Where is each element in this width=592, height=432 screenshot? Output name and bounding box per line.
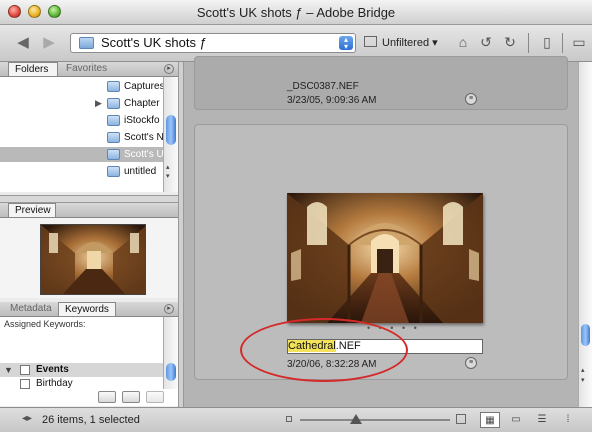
folder-icon (107, 149, 120, 160)
filter-label: Unfiltered ▾ (382, 37, 438, 49)
assigned-keywords-label: Assigned Keywords: (4, 319, 86, 329)
thumbnail-view-icon[interactable]: ▦ (480, 412, 500, 428)
folder-item[interactable]: Captures (0, 79, 165, 94)
rating-dots[interactable]: • • • • • (367, 323, 420, 333)
keyword-checkbox[interactable] (20, 365, 30, 375)
new-keyword-set-button[interactable] (98, 391, 116, 403)
filename-selected-text: Cathedral (288, 340, 336, 352)
folder-item[interactable]: untitled (0, 164, 165, 179)
scroll-thumb[interactable] (166, 115, 176, 145)
versions-view-icon[interactable]: ⁞ (558, 412, 578, 428)
bridge-window: Scott's UK shots ƒ – Adobe Bridge ◀ ▶ Sc… (0, 0, 592, 432)
status-bar: ◂▸ 26 items, 1 selected ▦ ▭ ☰ ⁞ (0, 407, 592, 432)
zoom-in-icon[interactable] (456, 414, 466, 424)
folder-label: Chapter (124, 98, 160, 109)
folder-icon (79, 37, 94, 49)
folder-icon (107, 132, 120, 143)
zoom-out-icon[interactable] (286, 416, 292, 422)
preview-image (40, 224, 146, 295)
folder-icon (107, 166, 120, 177)
thumbnail-size-slider[interactable] (300, 419, 450, 421)
keywords-pane: Assigned Keywords: ▼ Events Birthday (0, 317, 178, 406)
scroll-arrows-icon[interactable]: ▴ ▾ (581, 366, 585, 386)
folder-item[interactable]: ▶ Chapter (0, 96, 165, 111)
new-folder-icon[interactable]: ⌂ (454, 33, 472, 51)
tab-folders[interactable]: Folders (8, 62, 58, 76)
content-pane: _DSC0387.NEF 3/23/05, 9:09:36 AM ≡ • • •… (184, 56, 578, 407)
tab-favorites[interactable]: Favorites (60, 62, 132, 76)
folders-tabbar: Folders Favorites ▸ (0, 62, 178, 77)
folder-icon (107, 98, 120, 109)
thumbnail-date: 3/23/05, 9:09:36 AM (287, 95, 377, 106)
keywords-tabbar: Metadata Keywords ▸ (0, 302, 178, 317)
panel-menu-icon[interactable]: ▸ (164, 304, 174, 314)
back-arrow-icon[interactable]: ◀ (14, 34, 32, 52)
tab-keywords[interactable]: Keywords (58, 302, 116, 316)
label-rating-icon[interactable]: ≡ (465, 93, 477, 105)
folder-label: Scott's N (124, 132, 164, 143)
panel-menu-icon[interactable]: ▸ (164, 64, 174, 74)
compact-mode-icon[interactable]: ▭ (570, 33, 588, 51)
trash-icon[interactable]: ▯ (538, 33, 556, 51)
preview-pane (0, 218, 178, 298)
new-keyword-button[interactable] (122, 391, 140, 403)
filmstrip-view-icon[interactable]: ▭ (506, 412, 526, 428)
keyword-buttons (0, 389, 178, 405)
folder-icon (107, 81, 120, 92)
keywords-scrollbar[interactable] (163, 317, 178, 389)
folder-item[interactable]: Scott's N (0, 130, 165, 145)
filter-icon (364, 36, 377, 47)
path-dropdown[interactable]: Scott's UK shots ƒ ▴ ▾ (70, 33, 356, 53)
folder-label: iStockfo (124, 115, 160, 126)
left-panels: Folders Favorites ▸ Captures ▶ Chapter i… (0, 62, 178, 407)
disclosure-triangle-icon[interactable]: ▼ (4, 363, 13, 377)
title-bar[interactable]: Scott's UK shots ƒ – Adobe Bridge (0, 0, 592, 25)
scroll-thumb[interactable] (166, 363, 176, 381)
filename-edit-field[interactable]: Cathedral.NEF (287, 339, 483, 354)
folder-label: untitled (124, 166, 157, 177)
details-view-icon[interactable]: ☰ (532, 412, 552, 428)
window-title: Scott's UK shots ƒ – Adobe Bridge (196, 5, 396, 20)
thumbnail-cell[interactable]: _DSC0387.NEF 3/23/05, 9:09:36 AM ≡ (194, 56, 568, 110)
filename-extension: .NEF (335, 340, 361, 352)
folder-label: Scott's U (124, 149, 164, 160)
keyword-group-row[interactable]: ▼ Events (0, 363, 163, 377)
tab-preview[interactable]: Preview (8, 203, 56, 217)
folders-list: Captures ▶ Chapter iStockfo Scott's N Sc… (0, 77, 178, 210)
preview-tabbar: Preview (0, 203, 178, 218)
status-text: 26 items, 1 selected (42, 414, 140, 426)
folders-vertical-scrollbar[interactable]: ▴ ▾ (163, 77, 178, 192)
panel-splitter[interactable] (0, 195, 178, 203)
folder-item[interactable]: iStockfo (0, 113, 165, 128)
scroll-thumb[interactable] (581, 324, 590, 346)
dropdown-arrows-icon: ▴ ▾ (339, 36, 353, 51)
label-rating-icon[interactable]: ≡ (465, 357, 477, 369)
panel-toggle-icon[interactable]: ◂▸ (22, 413, 32, 424)
folder-icon (107, 115, 120, 126)
forward-arrow-icon[interactable]: ▶ (40, 34, 58, 52)
rotate-right-icon[interactable]: ↻ (501, 33, 519, 51)
thumbnail-filename: _DSC0387.NEF (287, 81, 359, 92)
delete-keyword-button[interactable] (146, 391, 164, 403)
folder-label: Captures (124, 81, 165, 92)
thumbnail-image[interactable] (287, 193, 483, 323)
keyword-group-label: Events (36, 364, 69, 375)
thumbnail-date: 3/20/06, 8:32:28 AM (287, 359, 377, 370)
filter-menu[interactable]: Unfiltered ▾ (364, 36, 438, 49)
disclosure-triangle-icon[interactable]: ▶ (95, 96, 102, 111)
toolbar-separator (562, 33, 563, 53)
scroll-arrows-icon[interactable]: ▴ ▾ (166, 163, 170, 181)
path-label: Scott's UK shots ƒ (101, 35, 207, 50)
folder-item-selected[interactable]: Scott's U (0, 147, 165, 162)
toolbar-separator (528, 33, 529, 53)
keyword-checkbox[interactable] (20, 379, 30, 389)
rotate-left-icon[interactable]: ↺ (477, 33, 495, 51)
thumbnail-cell-selected[interactable]: • • • • • Cathedral.NEF 3/20/06, 8:32:28… (194, 124, 568, 380)
content-vertical-scrollbar[interactable]: ▴ ▾ (578, 62, 592, 407)
slider-knob[interactable] (350, 414, 362, 424)
